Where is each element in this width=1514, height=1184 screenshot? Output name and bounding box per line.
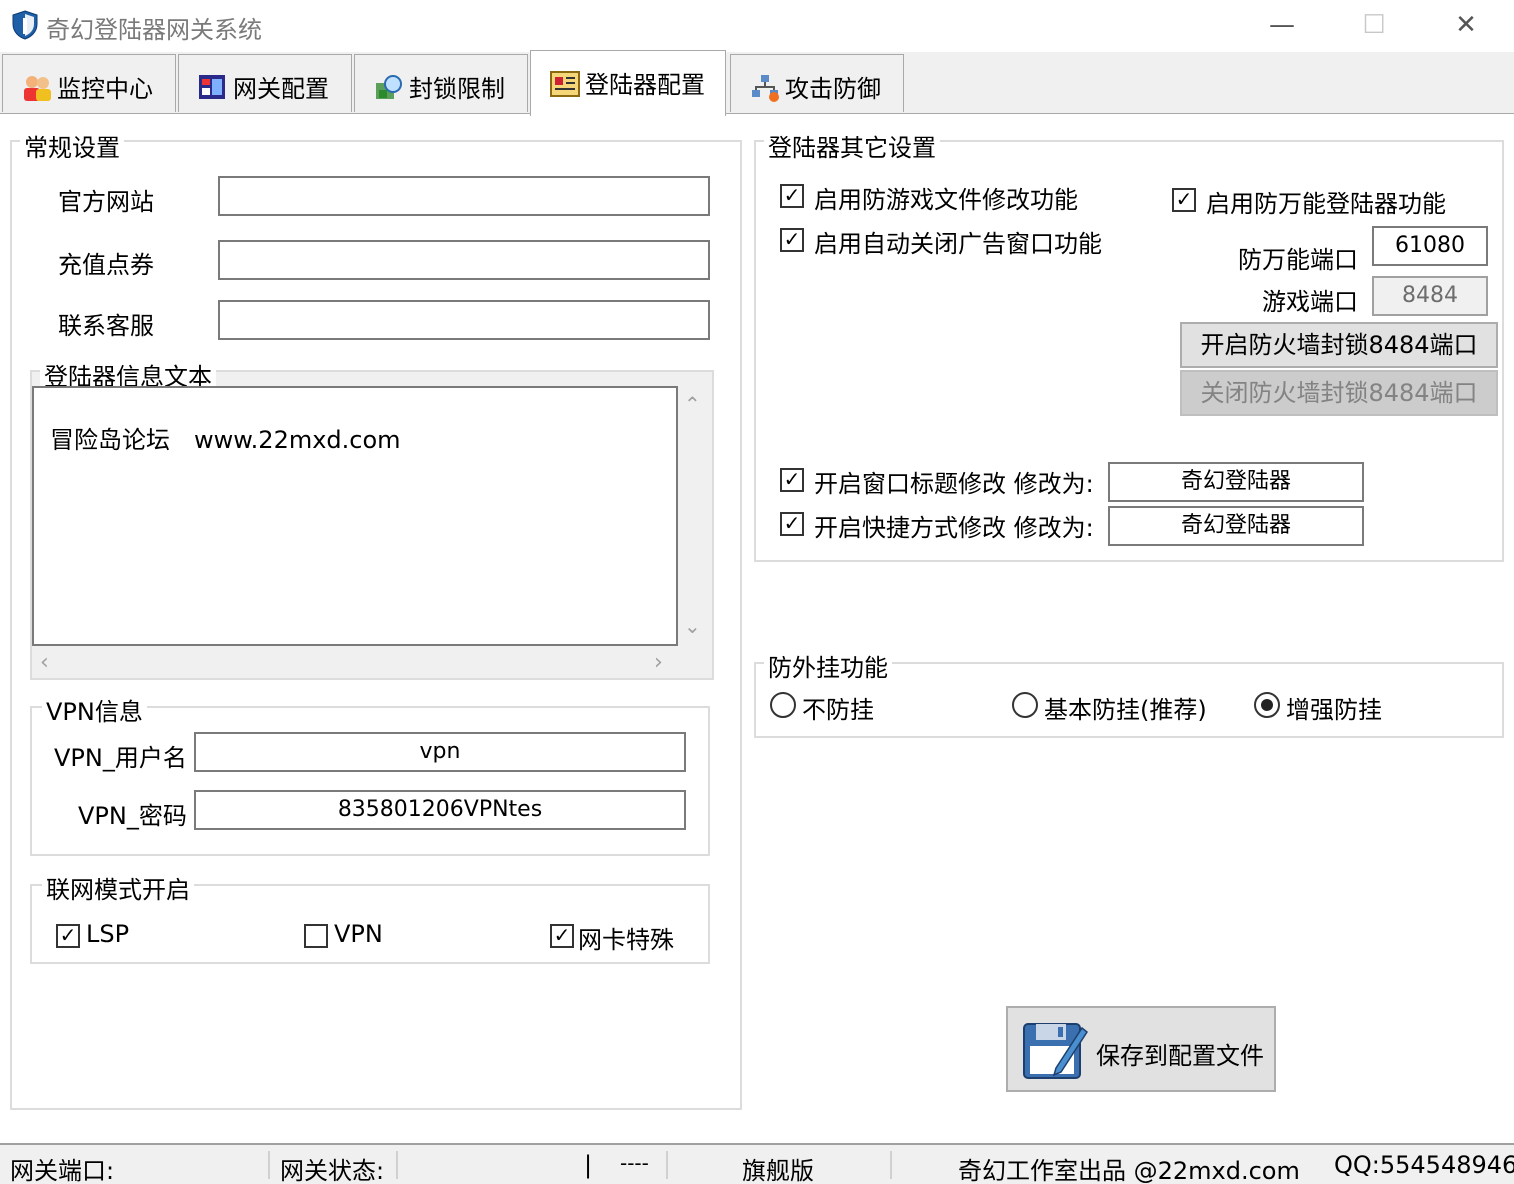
tab-attack-defense[interactable]: 攻击防御 — [730, 54, 904, 112]
status-bar: 网关端口: 网关状态: | ---- 旗舰版 奇幻工作室出品 @22mxd.co… — [0, 1143, 1514, 1184]
scroll-right-icon[interactable]: › — [654, 650, 663, 675]
anti-universal-checkbox[interactable]: ✓ — [1172, 188, 1196, 212]
anticheat-title: 防外挂功能 — [764, 648, 892, 683]
status-separator — [666, 1151, 668, 1179]
anticheat-enhanced-radio[interactable] — [1254, 692, 1280, 718]
tab-label: 网关配置 — [233, 75, 329, 103]
close-firewall-button: 关闭防火墙封锁8484端口 — [1180, 370, 1498, 416]
close-button[interactable]: ✕ — [1420, 0, 1512, 52]
maximize-button[interactable]: ☐ — [1328, 0, 1420, 52]
anti-universal-label: 启用防万能登陆器功能 — [1206, 190, 1446, 218]
status-separator — [396, 1151, 398, 1179]
status-separator — [268, 1151, 270, 1179]
shield-icon — [12, 10, 38, 40]
network-mode-title: 联网模式开启 — [42, 870, 194, 905]
anti-port-label: 防万能端口 — [1238, 246, 1358, 274]
vpn-label: VPN — [334, 920, 383, 948]
support-label: 联系客服 — [58, 312, 154, 340]
scroll-left-icon[interactable]: ‹ — [40, 650, 49, 675]
launcher-text-line: 冒险岛论坛 www.22mxd.com — [50, 426, 401, 454]
gateway-icon — [199, 75, 225, 99]
nic-checkbox[interactable]: ✓ — [550, 924, 574, 948]
anti-port-input[interactable]: 61080 — [1372, 226, 1488, 266]
save-config-label: 保存到配置文件 — [1096, 1042, 1264, 1070]
title-mod-label: 开启窗口标题修改 修改为: — [814, 470, 1094, 498]
gateway-state-label: 网关状态: — [280, 1157, 385, 1184]
shortcut-mod-label: 开启快捷方式修改 修改为: — [814, 514, 1094, 542]
tab-label: 监控中心 — [57, 75, 153, 103]
vpn-pass-input[interactable]: 835801206VPNtes — [194, 790, 686, 830]
search-lock-icon — [376, 75, 402, 99]
scroll-up-icon[interactable]: ⌃ — [684, 392, 701, 416]
official-site-input[interactable] — [218, 176, 710, 216]
support-input[interactable] — [218, 300, 710, 340]
lsp-label: LSP — [86, 920, 130, 948]
shortcut-mod-input[interactable]: 奇幻登陆器 — [1108, 506, 1364, 546]
anti-modify-label: 启用防游戏文件修改功能 — [814, 186, 1078, 214]
shortcut-mod-checkbox[interactable]: ✓ — [780, 512, 804, 536]
credit-label: 奇幻工作室出品 @22mxd.com — [958, 1157, 1300, 1184]
title-bar: 奇幻登陆器网关系统 — ☐ ✕ — [0, 0, 1514, 52]
qq-label: QQ:554548946 — [1334, 1151, 1514, 1179]
save-config-button[interactable]: 保存到配置文件 — [1006, 1006, 1276, 1092]
general-settings-title: 常规设置 — [20, 128, 124, 163]
vpn-info-group — [30, 706, 710, 856]
network-defense-icon — [752, 75, 779, 102]
edition-label: 旗舰版 — [742, 1157, 814, 1184]
title-mod-input[interactable]: 奇幻登陆器 — [1108, 462, 1364, 502]
recharge-label: 充值点券 — [58, 251, 154, 279]
anti-modify-checkbox[interactable]: ✓ — [780, 184, 804, 208]
title-mod-checkbox[interactable]: ✓ — [780, 468, 804, 492]
recharge-input[interactable] — [218, 240, 710, 280]
other-settings-title: 登陆器其它设置 — [764, 128, 940, 163]
vpn-checkbox[interactable] — [304, 924, 328, 948]
tab-launcher-config[interactable]: 登陆器配置 — [530, 50, 726, 116]
nic-label: 网卡特殊 — [578, 926, 674, 954]
scroll-down-icon[interactable]: ⌄ — [684, 614, 701, 638]
anticheat-basic-radio[interactable] — [1012, 692, 1038, 718]
vpn-info-title: VPN信息 — [42, 692, 147, 727]
anticheat-enhanced-label: 增强防挂 — [1286, 696, 1382, 724]
status-dashes: ---- — [620, 1151, 649, 1175]
minimize-button[interactable]: — — [1236, 0, 1328, 52]
auto-close-ads-checkbox[interactable]: ✓ — [780, 228, 804, 252]
anticheat-basic-label: 基本防挂(推荐) — [1044, 696, 1207, 724]
tab-label: 封锁限制 — [409, 75, 505, 103]
floppy-disk-icon — [1023, 1023, 1088, 1079]
lsp-checkbox[interactable]: ✓ — [56, 924, 80, 948]
tab-monitor[interactable]: 监控中心 — [2, 54, 176, 112]
game-port-label: 游戏端口 — [1262, 288, 1358, 316]
tab-label: 登陆器配置 — [585, 71, 705, 99]
status-separator — [890, 1151, 892, 1179]
anticheat-none-label: 不防挂 — [802, 696, 874, 724]
vpn-user-label: VPN_用户名 — [54, 744, 187, 772]
tab-block-limit[interactable]: 封锁限制 — [354, 54, 528, 112]
launcher-config-icon — [550, 71, 580, 97]
status-pipe: | — [584, 1151, 593, 1179]
people-icon — [24, 76, 51, 101]
auto-close-ads-label: 启用自动关闭广告窗口功能 — [814, 230, 1102, 258]
anticheat-none-radio[interactable] — [770, 692, 796, 718]
tab-gateway[interactable]: 网关配置 — [178, 54, 352, 112]
window-title: 奇幻登陆器网关系统 — [46, 16, 262, 44]
open-firewall-button[interactable]: 开启防火墙封锁8484端口 — [1180, 322, 1498, 368]
vpn-user-input[interactable]: vpn — [194, 732, 686, 772]
launcher-text-area[interactable]: 冒险岛论坛 www.22mxd.com — [32, 386, 678, 646]
official-site-label: 官方网站 — [58, 188, 154, 216]
vpn-pass-label: VPN_密码 — [78, 802, 187, 830]
tab-label: 攻击防御 — [785, 75, 881, 103]
gateway-port-label: 网关端口: — [10, 1157, 115, 1184]
game-port-input: 8484 — [1372, 276, 1488, 316]
